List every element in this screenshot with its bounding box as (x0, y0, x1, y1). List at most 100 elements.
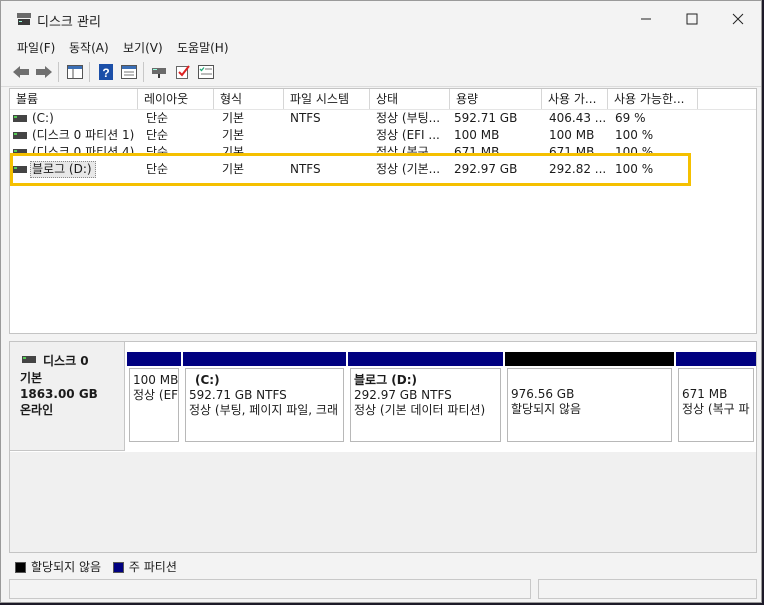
partition-body: 671 MB 정상 (복구 파 (678, 368, 754, 442)
menu-view[interactable]: 보기(V) (123, 39, 163, 56)
volume-status: 정상 (복구... (376, 145, 441, 153)
partition-unallocated[interactable]: 976.56 GB 할당되지 않음 (505, 352, 674, 444)
disk-info-panel[interactable]: 디스크 0 기본 1863.00 GB 온라인 (10, 342, 125, 451)
disk-map: 디스크 0 기본 1863.00 GB 온라인 100 MB 정상 (EF (C… (9, 341, 757, 553)
disk-type: 기본 (20, 371, 43, 385)
back-button[interactable] (11, 62, 31, 82)
unallocated-swatch (15, 562, 26, 573)
disk-icon (22, 356, 36, 363)
close-icon (732, 13, 744, 25)
menu-action[interactable]: 동작(A) (69, 39, 109, 56)
help-icon: ? (99, 64, 113, 80)
volume-status: 정상 (부팅... (376, 111, 441, 125)
help-button[interactable]: ? (96, 62, 116, 82)
column-header-volume[interactable]: 볼륨 (10, 89, 138, 109)
primary-partition-bar (127, 352, 181, 366)
column-header-layout[interactable]: 레이아웃 (138, 89, 214, 109)
column-header-status[interactable]: 상태 (370, 89, 450, 109)
volume-status: 정상 (기본... (376, 162, 441, 176)
table-row[interactable]: (C:) 단순 기본 NTFS 정상 (부팅... 592.71 GB 406.… (10, 110, 756, 127)
minimize-button[interactable] (623, 1, 669, 37)
menu-file[interactable]: 파일(F) (17, 39, 55, 56)
menu-help[interactable]: 도움말(H) (177, 39, 229, 56)
table-row[interactable]: (디스크 0 파티션 1) 단순 기본 정상 (EFI ... 100 MB 1… (10, 127, 756, 144)
status-pane (538, 579, 757, 599)
settings-list-button[interactable] (196, 62, 216, 82)
console-tree-button[interactable] (65, 62, 85, 82)
volume-layout: 단순 (146, 111, 169, 125)
volume-name: 블로그 (D:) (32, 162, 92, 176)
partition-label: 블로그 (D:) (354, 373, 418, 387)
column-header-percent-free[interactable]: 사용 가능한... (608, 89, 698, 109)
volume-fs: NTFS (290, 111, 321, 125)
volume-free: 100 MB (549, 128, 595, 142)
maximize-icon (686, 13, 698, 25)
partition-status: 정상 (부팅, 페이지 파일, 크래 (189, 403, 339, 417)
toolbar: ? (1, 58, 761, 87)
partition-recovery[interactable]: 671 MB 정상 (복구 파 (676, 352, 756, 444)
partition-body: 100 MB 정상 (EF (129, 368, 179, 442)
column-header-capacity[interactable]: 용량 (450, 89, 542, 109)
legend-primary: 주 파티션 (128, 560, 177, 574)
properties-icon (121, 65, 137, 79)
status-bar (9, 579, 757, 601)
properties-button[interactable] (119, 62, 139, 82)
partition-size: 292.97 GB NTFS (354, 388, 452, 402)
volume-free: 671 MB (549, 145, 595, 153)
back-arrow-icon (13, 66, 29, 78)
drive-icon (13, 149, 27, 153)
volume-percent-free: 100 % (615, 162, 654, 176)
volume-percent-free: 100 % (615, 128, 654, 142)
unallocated-bar (505, 352, 674, 366)
volume-capacity: 592.71 GB (454, 111, 518, 125)
partition-d[interactable]: 블로그 (D:) 292.97 GB NTFS 정상 (기본 데이터 파티션) (348, 352, 503, 444)
volume-type: 기본 (222, 111, 245, 125)
volume-type: 기본 (222, 145, 245, 153)
volume-name: (디스크 0 파티션 1) (32, 128, 135, 142)
partition-size: 592.71 GB NTFS (189, 388, 287, 402)
close-button[interactable] (715, 1, 761, 37)
drive-icon (13, 166, 27, 173)
volume-fs: NTFS (290, 162, 321, 176)
drive-icon (13, 132, 27, 139)
table-row[interactable]: (디스크 0 파티션 4) 단순 기본 정상 (복구... 671 MB 671… (10, 144, 756, 153)
volume-capacity: 671 MB (454, 145, 500, 153)
volume-type: 기본 (222, 162, 245, 176)
volume-percent-free: 69 % (615, 111, 646, 125)
drive-connect-icon (152, 68, 166, 78)
partition-size: 100 MB (133, 373, 179, 387)
maximize-button[interactable] (669, 1, 715, 37)
column-header-type[interactable]: 형식 (214, 89, 284, 109)
primary-partition-bar (183, 352, 346, 366)
table-row-selected[interactable]: 블로그 (D:) 단순 기본 NTFS 정상 (기본... 292.97 GB … (10, 161, 756, 178)
partition-size: 671 MB (682, 387, 728, 401)
title-bar: 디스크 관리 (1, 1, 761, 37)
column-header-filesystem[interactable]: 파일 시스템 (284, 89, 370, 109)
column-header-free-space[interactable]: 사용 가... (542, 89, 608, 109)
legend: 할당되지 않음 주 파티션 (9, 558, 757, 576)
status-pane (9, 579, 531, 599)
disk-size: 1863.00 GB (20, 387, 98, 401)
svg-text:?: ? (102, 66, 109, 80)
volume-layout: 단순 (146, 145, 169, 153)
partition-c[interactable]: (C:) 592.71 GB NTFS 정상 (부팅, 페이지 파일, 크래 (183, 352, 346, 444)
disk-management-window: 디스크 관리 파일(F) 동작(A) 보기(V) 도움말(H) ? 볼륨 레이아… (0, 0, 762, 603)
volume-name: (디스크 0 파티션 4) (32, 145, 135, 153)
toolbar-separator (58, 62, 59, 82)
connect-drive-button[interactable] (150, 62, 170, 82)
check-button[interactable] (173, 62, 193, 82)
volume-capacity: 100 MB (454, 128, 500, 142)
volume-free: 292.82 ... (549, 162, 607, 176)
volume-list[interactable]: 볼륨 레이아웃 형식 파일 시스템 상태 용량 사용 가... 사용 가능한..… (9, 88, 757, 334)
partition-status: 정상 (EF (133, 388, 179, 402)
console-tree-icon (67, 65, 83, 79)
toolbar-separator (143, 62, 144, 82)
primary-swatch (112, 562, 124, 573)
volume-layout: 단순 (146, 128, 169, 142)
forward-button[interactable] (34, 62, 54, 82)
minimize-icon (641, 18, 651, 20)
partition-efi[interactable]: 100 MB 정상 (EF (127, 352, 181, 444)
drive-icon (13, 115, 27, 122)
volume-status: 정상 (EFI ... (376, 128, 440, 142)
disk-name: 디스크 0 (43, 354, 89, 368)
